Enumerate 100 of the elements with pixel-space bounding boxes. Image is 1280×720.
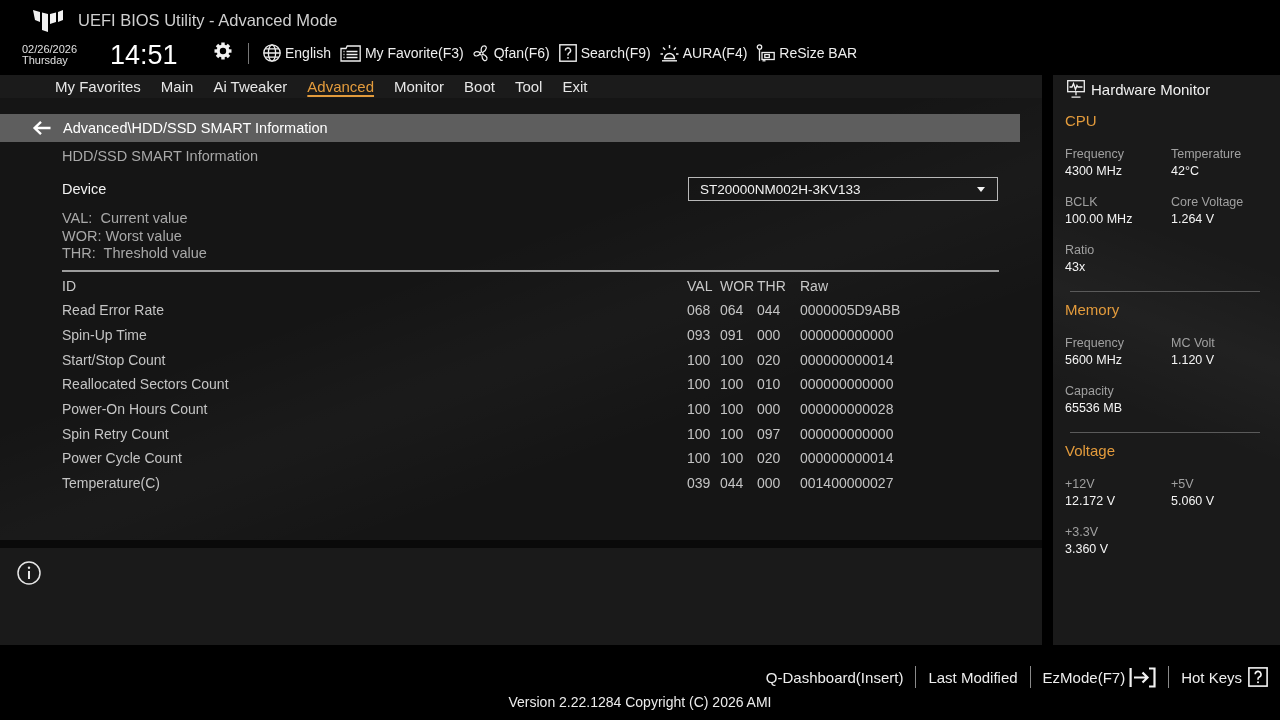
question-mark-icon [1248,667,1268,687]
monitor-section-title: Memory [1065,300,1121,320]
attribute-name: Spin-Up Time [62,325,148,345]
attribute-name: Power Cycle Count [62,449,183,469]
section-title: HDD/SSD SMART Information [62,147,260,166]
menu-tab[interactable]: Boot [464,75,495,98]
attribute-name: Read Error Rate [62,301,165,321]
attribute-value: 100 [687,375,712,395]
raw-value: 000000000000 [800,375,895,395]
footer-link[interactable]: Hot Keys [1181,667,1268,687]
raw-value: 000000000000 [800,424,895,444]
monitor-value: 3.360 V [1065,541,1110,558]
column-header: THR [757,276,787,296]
raw-value: 001400000027 [800,474,895,494]
attribute-value: 000 [757,325,782,345]
attribute-value: 100 [720,400,745,419]
column-header: Raw [800,276,829,296]
back-arrow-icon[interactable] [32,120,51,136]
device-dropdown[interactable]: ST20000NM002H-3KV133 [688,177,998,201]
attribute-value: 044 [757,301,782,321]
panel-title: Hardware Monitor [1091,80,1211,98]
attribute-value: 064 [720,301,745,321]
monitor-label: MC Volt [1171,335,1216,352]
globe-icon [263,44,281,62]
settings-icon[interactable] [214,42,232,60]
toolbar-item[interactable]: ReSize BAR [756,44,858,62]
raw-value: 000000000028 [800,400,895,419]
toolbar-item[interactable]: Search(F9) [558,44,651,62]
attribute-value: 100 [687,424,712,444]
attribute-value: 100 [720,424,745,444]
breadcrumb-path: Advanced\HDD/SSD SMART Information [63,120,328,136]
monitor-section-title: CPU [1065,111,1098,131]
monitor-label: BCLK [1065,194,1099,211]
footer-link[interactable]: EzMode(F7) [1042,666,1157,688]
weekday-text: Thursday [22,55,69,66]
list-icon [339,44,361,62]
attribute-name: Reallocated Sectors Count [62,375,230,395]
legend-text: VAL: Current value [62,210,189,228]
monitor-value: 100.00 MHz [1065,211,1134,228]
monitor-value: 4300 MHz [1065,163,1123,180]
fan-icon [472,44,490,62]
monitor-label: Frequency [1065,335,1126,352]
monitor-label: +12V [1065,476,1096,493]
logo-icon [33,8,63,33]
monitor-value: 12.172 V [1065,493,1117,510]
attribute-value: 100 [687,400,712,419]
toolbar-item[interactable]: Qfan(F6) [472,44,550,62]
legend-text: WOR: Worst value [62,227,183,245]
attribute-value: 100 [720,449,745,469]
attribute-value: 000 [757,474,782,494]
toolbar-item[interactable]: English [263,44,331,62]
question-mark-icon [558,44,577,62]
monitor-value: 5.060 V [1171,493,1216,510]
monitor-section-title: Voltage [1065,441,1117,461]
attribute-name: Spin Retry Count [62,424,170,444]
card-icon [756,44,776,62]
monitor-value: 1.120 V [1171,352,1216,369]
menu-tab[interactable]: Exit [562,75,588,98]
version-text: Version 2.22.1284 Copyright (C) 2026 AMI [508,694,772,710]
raw-value: 000000000014 [800,350,895,370]
monitor-label: +3.3V [1065,524,1099,541]
menu-tab[interactable]: Ai Tweaker [213,75,288,98]
monitor-value: 65536 MB [1065,400,1123,417]
raw-value: 000000000014 [800,449,895,469]
menu-tab[interactable]: Monitor [394,75,445,98]
light-icon [659,44,679,62]
monitor-icon [1067,80,1085,98]
app-title: UEFI BIOS Utility - Advanced Mode [78,11,338,30]
monitor-label: Core Voltage [1171,194,1245,211]
clock-time: 14:51 [110,39,179,71]
attribute-value: 000 [757,400,782,419]
attribute-value: 039 [687,474,712,494]
footer-link[interactable]: Q-Dashboard(Insert) [765,668,904,686]
info-icon [17,561,41,585]
monitor-label: Frequency [1065,146,1126,163]
monitor-label: +5V [1171,476,1195,493]
monitor-label: Temperature [1171,146,1243,163]
attribute-value: 097 [757,424,782,444]
monitor-label: Ratio [1065,242,1096,259]
menu-tab[interactable]: Advanced [307,75,375,98]
menu-tab[interactable]: Main [160,75,194,98]
menu-tab[interactable]: My Favorites [55,75,141,98]
column-header: ID [62,276,77,296]
column-header: VAL [687,276,714,296]
legend-text: THR: Threshold value [62,245,208,263]
raw-value: 0000005D9ABB [800,301,902,321]
attribute-value: 100 [687,350,712,370]
arrow-bracket-icon [1129,666,1157,688]
toolbar-item[interactable]: My Favorite(F3) [339,44,464,62]
monitor-value: 5600 MHz [1065,352,1123,369]
attribute-value: 020 [757,350,782,370]
caret-icon [977,186,985,192]
monitor-value: 42°C [1171,163,1200,180]
toolbar-item[interactable]: AURA(F4) [659,44,748,62]
device-label: Device [62,181,107,197]
attribute-name: Power-On Hours Count [62,400,209,419]
menu-tab[interactable]: Tool [514,75,543,98]
attribute-value: 100 [720,375,745,395]
monitor-value: 1.264 V [1171,211,1216,228]
footer-link[interactable]: Last Modified [928,668,1018,686]
